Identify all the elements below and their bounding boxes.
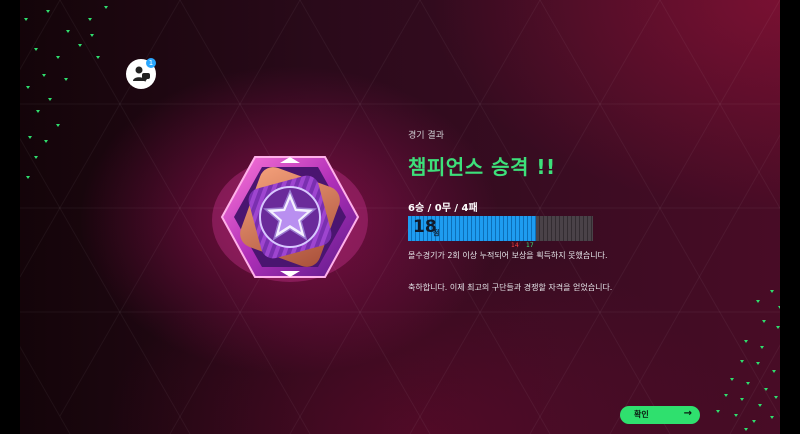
threshold-tick-red: 14 [511, 242, 519, 249]
triangle-decorations [24, 6, 782, 431]
notification-badge: 1 [146, 58, 156, 68]
champions-emblem [212, 156, 368, 282]
result-info: 경기 결과 챔피언스 승격 !! [408, 128, 556, 180]
user-chat-icon [133, 66, 150, 82]
section-label: 경기 결과 [408, 131, 444, 141]
left-letterbox [0, 0, 20, 434]
forfeit-notice: 몰수경기가 2회 이상 누적되어 보상을 획득하지 못했습니다. [408, 251, 608, 260]
promotion-headline: 챔피언스 승격 !! [408, 155, 556, 179]
gauge-remaining [535, 216, 593, 241]
match-record: 6승 / 0무 / 4패 [408, 203, 478, 214]
confirm-label: 확인 [634, 410, 649, 419]
threshold-tick-green: 17 [526, 242, 534, 249]
result-screen: 1 경기 결과 챔피언스 승격 !! 6승 / 0무 / 4패 18 점 14 … [0, 0, 800, 434]
right-letterbox [780, 0, 800, 434]
points-gauge: 18 점 [408, 216, 593, 241]
arrow-right-icon: → [683, 408, 692, 419]
confirm-button[interactable]: 확인 → [620, 406, 700, 424]
congratulations-text: 축하합니다. 이제 최고의 구단들과 경쟁할 자격을 얻었습니다. [408, 283, 613, 292]
points-unit: 점 [433, 229, 440, 237]
